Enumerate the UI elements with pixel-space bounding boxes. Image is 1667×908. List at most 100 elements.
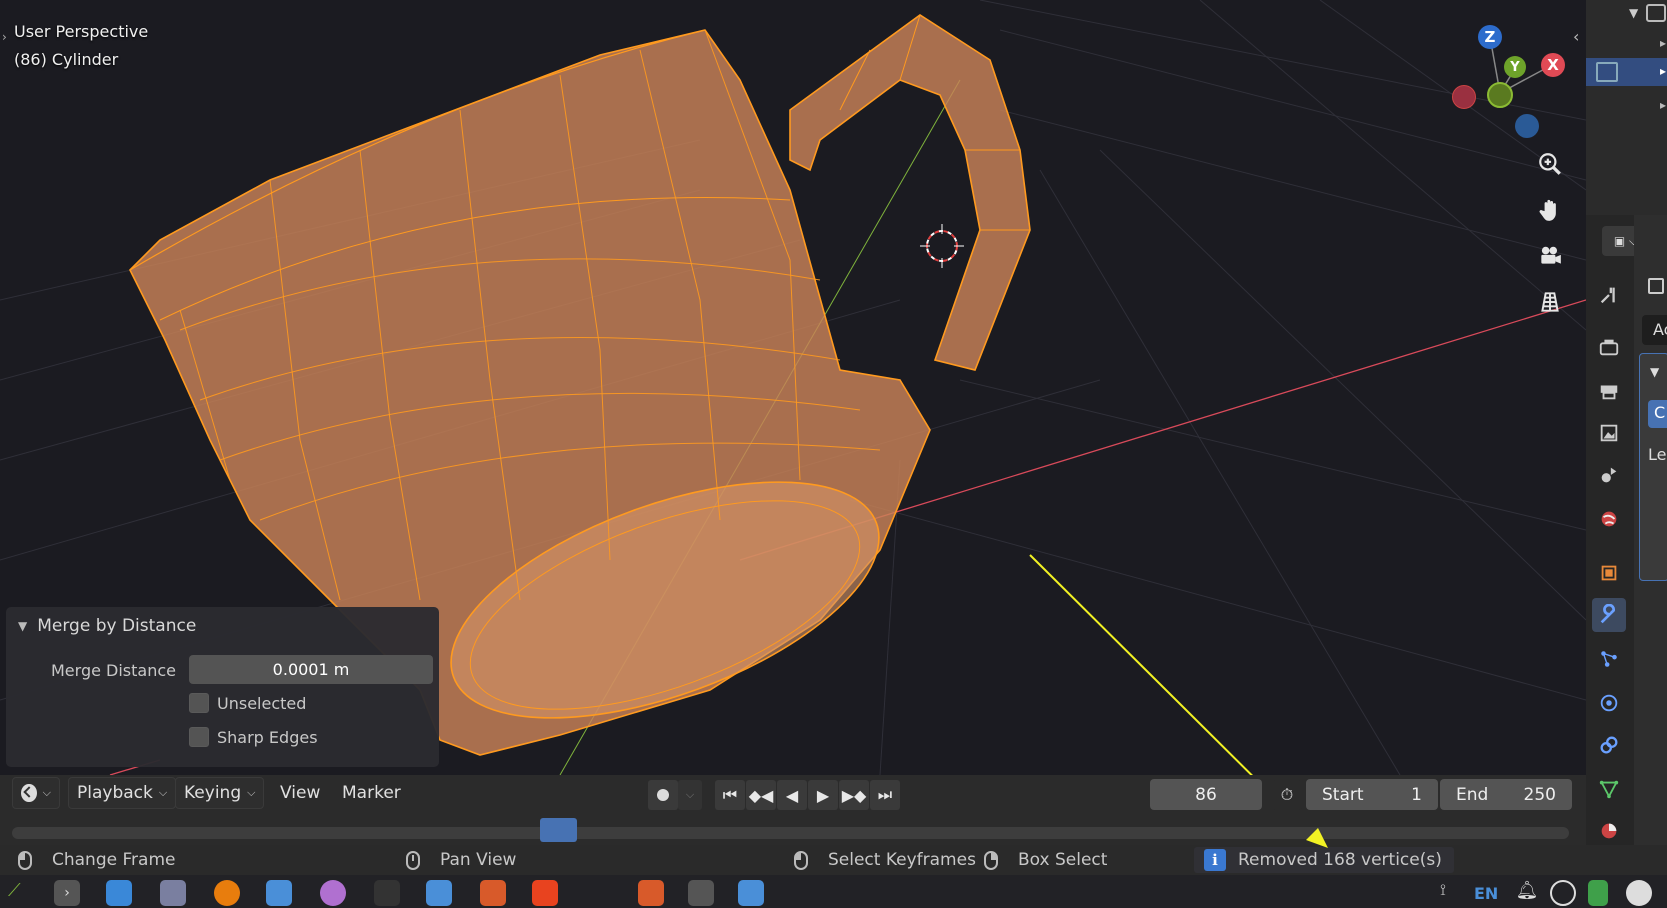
collapse-triangle-icon[interactable]: ▼ [18, 619, 27, 633]
color-picker-icon[interactable] [320, 880, 346, 906]
jump-end-button[interactable]: ⏭ [870, 780, 900, 810]
properties-button-partial[interactable]: C [1648, 400, 1667, 428]
gizmo-z-axis[interactable]: Z [1478, 25, 1502, 49]
grid-ortho-icon[interactable] [1532, 284, 1568, 320]
panel-header[interactable]: ▼ Merge by Distance [18, 616, 196, 636]
outliner-row-arrow[interactable]: ▸ [1660, 36, 1666, 50]
view-layer-tab-icon[interactable] [1592, 416, 1626, 450]
gizmo-neg-x[interactable] [1452, 85, 1476, 109]
record-button[interactable] [648, 780, 678, 810]
network-audio-icon[interactable] [738, 880, 764, 906]
output-tab-icon[interactable] [1592, 374, 1626, 408]
particles-tab-icon[interactable] [1592, 642, 1626, 676]
gizmo-x-axis[interactable]: X [1541, 53, 1565, 77]
stopwatch-icon[interactable]: ⏱ [1272, 780, 1302, 810]
outliner-filter-icon[interactable] [1646, 4, 1666, 22]
hint-change-frame: Change Frame [18, 850, 175, 870]
app-icon[interactable] [374, 880, 400, 906]
hand-pan-icon[interactable] [1532, 192, 1568, 228]
tool-tab-icon[interactable] [1592, 278, 1626, 312]
playback-menu[interactable]: Playback ⌵ [68, 777, 177, 809]
outliner-row-arrow[interactable]: ▸ [1660, 64, 1666, 78]
3d-cursor[interactable] [920, 224, 964, 268]
chevron-down-icon: ⌵ [247, 786, 256, 799]
play-button[interactable]: ▶ [808, 780, 838, 810]
mouse-left-icon [18, 850, 32, 870]
properties-editor[interactable]: Ac ▼ C Le [1634, 215, 1667, 845]
mouse-middle-icon [406, 850, 420, 870]
blender-icon[interactable] [214, 880, 240, 906]
properties-field-partial[interactable]: Ac [1642, 315, 1667, 345]
outliner[interactable]: ▼ [1586, 0, 1667, 215]
properties-panel-top-icon[interactable] [1648, 278, 1664, 294]
file-manager-icon[interactable] [106, 880, 132, 906]
start-frame-field[interactable]: Start 1 [1306, 779, 1438, 810]
properties-label-partial: Le [1648, 445, 1667, 464]
next-keyframe-button[interactable]: ▶◆ [839, 780, 869, 810]
outliner-expand-arrow[interactable]: ▼ [1629, 6, 1638, 20]
3d-viewport[interactable]: › User Perspective (86) Cylinder Z Y X ‹… [0, 0, 1586, 775]
properties-subpanel[interactable] [1639, 353, 1667, 581]
tray-app-icon[interactable]: ⟟ [1430, 880, 1456, 906]
material-tab-icon[interactable] [1592, 814, 1626, 848]
playhead-handle[interactable] [540, 818, 577, 842]
editor-type-button[interactable]: ⌵ [12, 777, 60, 809]
steam-icon[interactable] [1626, 880, 1652, 906]
sharp-edges-checkbox-row[interactable]: Sharp Edges [189, 727, 318, 747]
panel-title: Merge by Distance [37, 616, 197, 636]
info-icon: i [1204, 849, 1226, 871]
brave-browser-icon[interactable] [532, 880, 558, 906]
view-perspective-label: User Perspective [14, 22, 149, 41]
unselected-checkbox[interactable] [189, 693, 209, 713]
gizmo-neg-y[interactable] [1487, 82, 1513, 108]
fox-app-icon-2[interactable] [638, 880, 664, 906]
unselected-checkbox-row[interactable]: Unselected [189, 693, 306, 713]
current-frame-field[interactable]: 86 [1150, 779, 1262, 810]
unselected-label: Unselected [217, 693, 307, 713]
timeline-scrollbar[interactable] [12, 827, 1569, 839]
subpanel-arrow[interactable]: ▼ [1650, 365, 1659, 379]
report-message[interactable]: i Removed 168 vertice(s) [1194, 847, 1454, 873]
constraints-tab-icon[interactable] [1592, 728, 1626, 762]
merge-distance-field[interactable]: 0.0001 m [189, 655, 433, 684]
render-tab-icon[interactable] [1592, 330, 1626, 364]
toolbar-expand-arrow[interactable]: › [2, 30, 7, 44]
terminal-icon[interactable]: › [54, 880, 80, 906]
media-pause-icon[interactable] [1550, 880, 1576, 906]
auto-key-dropdown[interactable]: ⌵ [678, 780, 702, 810]
merge-by-distance-panel[interactable]: ▼ Merge by Distance Merge Distance 0.000… [6, 607, 439, 767]
network-app-icon[interactable] [426, 880, 452, 906]
scene-tab-icon[interactable] [1592, 458, 1626, 492]
app-launcher-icon[interactable]: ⟋ [8, 880, 34, 906]
viewport-info: User Perspective (86) Cylinder [14, 18, 148, 74]
notification-bell-icon[interactable]: 🔔︎ [1514, 880, 1540, 906]
marker-menu[interactable]: Marker [342, 777, 401, 809]
prev-keyframe-button[interactable]: ◆◀ [746, 780, 776, 810]
physics-tab-icon[interactable] [1592, 686, 1626, 720]
gizmo-y-axis[interactable]: Y [1504, 56, 1526, 78]
sharp-edges-checkbox[interactable] [189, 727, 209, 747]
status-bar: Change Frame Pan View Select Keyframes B… [0, 845, 1667, 875]
view-menu[interactable]: View [280, 777, 320, 809]
object-tab-icon[interactable] [1592, 556, 1626, 590]
lock-icon[interactable] [1588, 880, 1608, 906]
active-object-label: (86) Cylinder [14, 50, 119, 69]
play-reverse-button[interactable]: ◀ [777, 780, 807, 810]
outliner-row-arrow[interactable]: ▸ [1660, 98, 1666, 112]
fox-app-icon[interactable] [480, 880, 506, 906]
gizmo-neg-z[interactable] [1515, 114, 1539, 138]
blender-window: › User Perspective (86) Cylinder Z Y X ‹… [0, 0, 1667, 908]
jump-start-button[interactable]: ⏮ [715, 780, 745, 810]
camera-icon[interactable] [1532, 238, 1568, 274]
world-tab-icon[interactable] [1592, 502, 1626, 536]
screen-recorder-icon[interactable] [266, 880, 292, 906]
end-frame-field[interactable]: End 250 [1440, 779, 1572, 810]
keying-menu[interactable]: Keying ⌵ [175, 777, 265, 809]
data-tab-icon[interactable] [1592, 772, 1626, 806]
terminal-audio-icon[interactable] [688, 880, 714, 906]
zoom-in-icon[interactable] [1532, 146, 1568, 182]
keyboard-layout[interactable]: EN [1474, 884, 1498, 903]
screenshot-icon[interactable] [160, 880, 186, 906]
modifier-tab-icon[interactable] [1592, 598, 1626, 632]
collapse-arrow[interactable]: ‹ [1573, 27, 1579, 46]
